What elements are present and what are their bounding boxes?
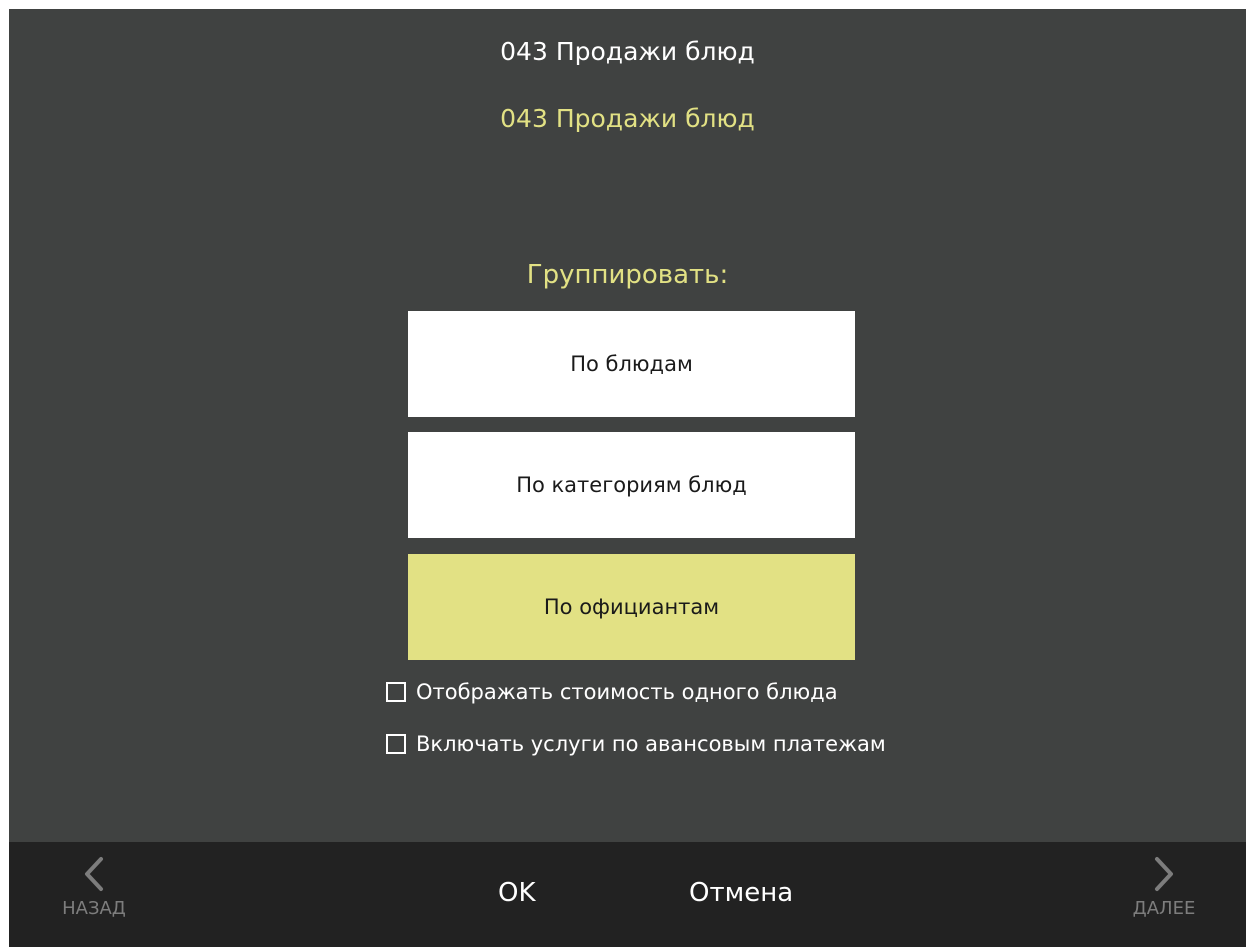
group-by-label: Группировать: — [526, 260, 729, 290]
group-by-waiters-label: По официантам — [543, 595, 720, 619]
group-by-dishes-button[interactable]: По блюдам — [408, 311, 855, 417]
back-label: НАЗАД — [62, 898, 126, 919]
include-advance-payments-checkbox[interactable] — [386, 734, 406, 754]
ok-button[interactable]: OK — [498, 876, 536, 910]
include-advance-payments-option[interactable]: Включать услуги по авансовым платежам — [386, 730, 886, 758]
report-subtitle: 043 Продажи блюд — [500, 104, 755, 133]
back-button[interactable]: НАЗАД — [49, 856, 139, 919]
chevron-left-icon — [85, 857, 103, 891]
report-settings-dialog: 043 Продажи блюд 043 Продажи блюд Группи… — [9, 9, 1246, 947]
cancel-button[interactable]: Отмена — [689, 876, 793, 910]
group-by-dish-categories-label: По категориям блюд — [516, 473, 747, 497]
group-by-dishes-label: По блюдам — [570, 352, 693, 376]
group-by-dish-categories-button[interactable]: По категориям блюд — [408, 432, 855, 538]
show-single-dish-cost-option[interactable]: Отображать стоимость одного блюда — [386, 678, 838, 706]
show-single-dish-cost-label: Отображать стоимость одного блюда — [416, 680, 838, 704]
footer-bar: НАЗАД OK Отмена ДАЛЕЕ — [9, 842, 1246, 947]
next-button[interactable]: ДАЛЕЕ — [1119, 856, 1209, 919]
chevron-right-icon — [1155, 857, 1173, 891]
include-advance-payments-label: Включать услуги по авансовым платежам — [416, 732, 886, 756]
group-by-waiters-button[interactable]: По официантам — [408, 554, 855, 660]
next-label: ДАЛЕЕ — [1132, 898, 1196, 919]
report-title: 043 Продажи блюд — [500, 37, 755, 66]
show-single-dish-cost-checkbox[interactable] — [386, 682, 406, 702]
